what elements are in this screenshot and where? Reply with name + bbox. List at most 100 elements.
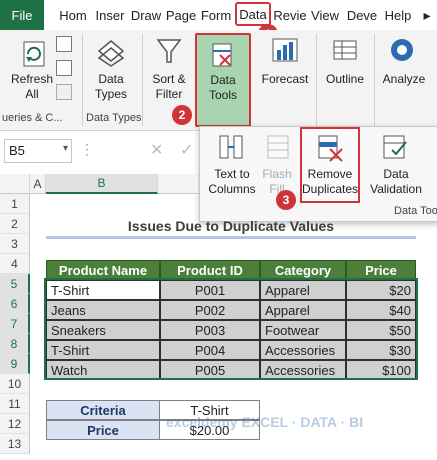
refresh-all-button[interactable]: Refresh All [6,72,58,102]
formula-bar-grip-icon: ⋮ [80,141,94,157]
data-tools-button[interactable]: Data Tools [195,33,251,127]
criteria-label: Criteria [46,400,160,420]
row-header-10[interactable]: 10 [0,374,30,394]
tab-view[interactable]: View [308,0,342,30]
table-header-category: Category [260,260,346,280]
table-cell-price[interactable]: $20 [346,280,416,300]
edit-links-icon[interactable] [56,84,72,100]
remove-duplicates-label: Remove Duplicates [302,167,359,196]
watermark: exceldemy EXCEL · DATA · BI [166,414,364,430]
table-cell-price[interactable]: $30 [346,340,416,360]
ribbon-divider [374,34,375,126]
price-label: Price [46,420,160,440]
sheet-title: Issues Due to Duplicate Values [127,218,335,234]
table-cell-product-id[interactable]: P005 [160,360,260,380]
table-cell-price[interactable]: $50 [346,320,416,340]
title-underline [46,236,416,239]
text-to-columns-button[interactable]: Text to Columns [204,167,260,197]
ribbon-tab-bar: File Hom Inser Draw Page Form Data Revie… [0,0,437,31]
analyze-icon [388,36,416,66]
data-validation-button[interactable]: Data Validation [366,167,426,197]
remove-duplicates-button[interactable]: Remove Duplicates [300,127,360,203]
tab-home[interactable]: Hom [56,0,90,30]
remove-duplicates-icon [316,133,346,163]
table-cell-category[interactable]: Accessories [260,360,346,380]
tab-insert[interactable]: Inser [92,0,128,30]
text-to-columns-icon [216,133,246,161]
row-header-7[interactable]: 7 [0,314,30,334]
analyze-button[interactable]: Analyze [378,72,430,87]
chevron-down-icon[interactable]: ▾ [63,143,68,154]
name-box-value: B5 [9,143,25,158]
tab-help[interactable]: Help [382,0,414,30]
more-tabs-icon[interactable]: ▸ [418,0,436,30]
row-header-11[interactable]: 11 [0,394,30,414]
table-cell-category[interactable]: Accessories [260,340,346,360]
row-header-4[interactable]: 4 [0,254,30,274]
table-cell-product-id[interactable]: P001 [160,280,260,300]
table-cell-price[interactable]: $40 [346,300,416,320]
data-types-icon [96,38,126,68]
outline-button[interactable]: Outline [318,72,372,87]
forecast-icon [270,36,300,66]
table-cell-price[interactable]: $100 [346,360,416,380]
row-header-5[interactable]: 5 [0,274,30,294]
ribbon: Refresh All ueries & C... Data Types Dat… [0,30,437,131]
row-header-2[interactable]: 2 [0,214,30,234]
table-cell-product-name[interactable]: Jeans [46,300,160,320]
flash-fill-icon [264,133,294,161]
column-header-c[interactable] [158,174,199,194]
ribbon-divider [82,34,83,126]
column-header-b[interactable]: B [46,174,158,194]
table-cell-product-name[interactable]: Watch [46,360,160,380]
sort-filter-button[interactable]: Sort & Filter [146,72,192,102]
properties-icon[interactable] [56,60,72,76]
row-header-8[interactable]: 8 [0,334,30,354]
row-header-3[interactable]: 3 [0,234,30,254]
tab-file[interactable]: File [0,0,44,30]
table-header-price: Price [346,260,416,280]
tab-developer[interactable]: Deve [344,0,380,30]
select-all-corner[interactable] [0,174,30,194]
table-cell-product-name[interactable]: T-Shirt [46,340,160,360]
ribbon-divider [142,34,143,126]
name-box[interactable]: B5 ▾ [4,139,72,163]
ribbon-divider [316,34,317,126]
table-cell-category[interactable]: Footwear [260,320,346,340]
tab-review[interactable]: Revie [273,0,306,30]
column-header-a[interactable]: A [30,174,46,194]
table-header-product-name: Product Name [46,260,160,280]
tab-page-layout[interactable]: Page [164,0,198,30]
queries-group-label: ueries & C... [2,112,63,124]
tab-draw[interactable]: Draw [130,0,162,30]
queries-icon[interactable] [56,36,72,52]
table-cell-category[interactable]: Apparel [260,300,346,320]
data-types-button[interactable]: Data Types [86,72,136,102]
step-badge-3: 3 [276,190,296,210]
table-cell-category[interactable]: Apparel [260,280,346,300]
data-tools-icon [210,41,236,71]
table-cell-product-name[interactable]: T-Shirt [46,280,160,300]
filter-icon [156,36,182,66]
data-tools-label: Data Tools [208,73,237,102]
table-cell-product-name[interactable]: Sneakers [46,320,160,340]
data-tools-popup: Text to Columns Flash Fill Remove Duplic… [199,126,437,222]
outline-icon [330,36,360,66]
row-header-1[interactable]: 1 [0,194,30,214]
row-header-13[interactable]: 13 [0,434,30,454]
table-cell-product-id[interactable]: P002 [160,300,260,320]
refresh-all-icon [12,38,56,72]
data-types-group-label: Data Types [86,112,142,124]
tab-formulas[interactable]: Form [200,0,232,30]
step-badge-2: 2 [172,105,192,125]
cancel-entry-icon[interactable]: ✕ [150,140,164,160]
confirm-entry-icon[interactable]: ✓ [180,140,194,160]
row-header-6[interactable]: 6 [0,294,30,314]
tab-data[interactable]: Data [235,2,271,26]
table-cell-product-id[interactable]: P003 [160,320,260,340]
forecast-button[interactable]: Forecast [258,72,312,87]
table-cell-product-id[interactable]: P004 [160,340,260,360]
row-header-9[interactable]: 9 [0,354,30,374]
row-header-12[interactable]: 12 [0,414,30,434]
table-header-product-id: Product ID [160,260,260,280]
